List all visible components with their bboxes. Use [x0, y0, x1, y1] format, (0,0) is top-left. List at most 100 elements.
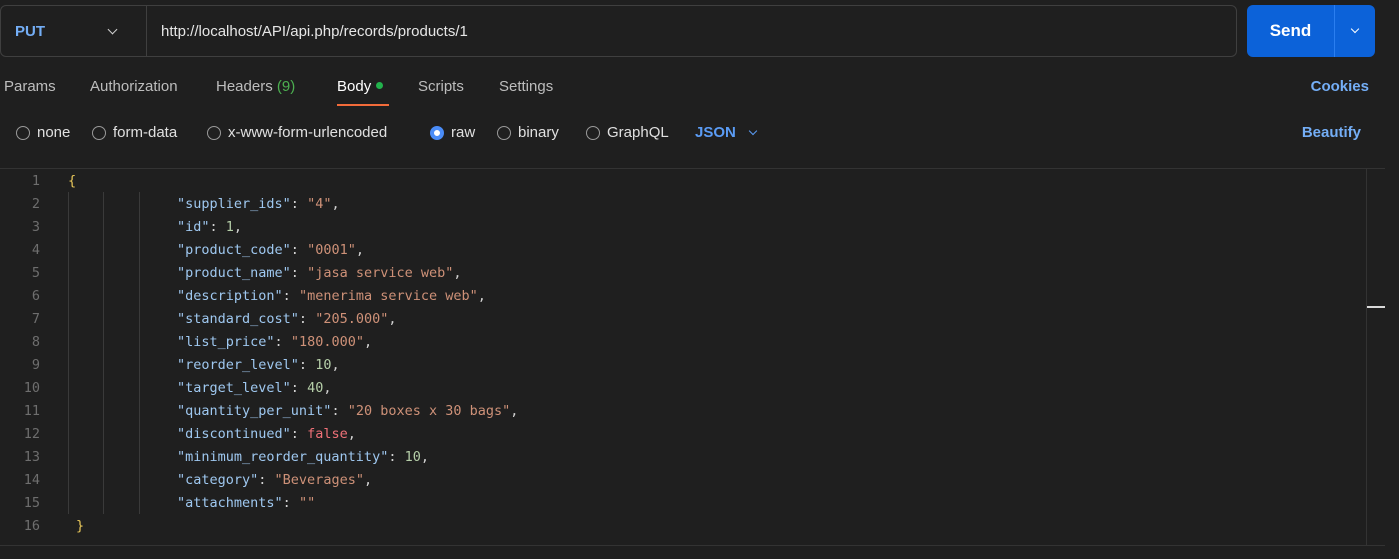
json-comma: , [363, 472, 373, 488]
json-colon: : [282, 288, 299, 304]
radio-none[interactable]: none [16, 124, 70, 141]
json-colon: : [298, 311, 316, 327]
json-colon: : [290, 265, 308, 281]
line-number: 9 [31, 357, 40, 373]
code-text: "target_level": 40, [177, 377, 331, 400]
radio-x-www-form-urlencoded[interactable]: x-www-form-urlencoded [207, 124, 387, 141]
json-value: false [307, 426, 348, 442]
json-comma: , [331, 357, 340, 373]
send-button[interactable]: Send [1247, 21, 1334, 41]
line-number: 10 [23, 380, 40, 396]
code-text: "product_name": "jasa service web", [177, 262, 462, 285]
request-tabs: Params Authorization Headers (9) Body Sc… [0, 78, 1399, 108]
editor-scrollbar[interactable] [1366, 168, 1385, 546]
json-value: "180.000" [290, 334, 364, 350]
line-number: 12 [23, 426, 40, 442]
json-brace: { [68, 173, 77, 189]
code-line: 13 "minimum_reorder_quantity": 10, [0, 446, 1365, 469]
radio-graphql[interactable]: GraphQL [586, 124, 669, 141]
method-label: PUT [15, 22, 45, 40]
tab-authorization[interactable]: Authorization [90, 78, 178, 95]
radio-circle [586, 125, 600, 140]
scrollbar-position-marker [1367, 306, 1385, 308]
chevron-down-icon [1350, 24, 1360, 34]
tab-settings[interactable]: Settings [499, 78, 553, 95]
json-value: "4" [307, 196, 332, 212]
tab-params[interactable]: Params [4, 78, 56, 95]
json-key: "description" [177, 288, 283, 304]
radio-label: GraphQL [607, 124, 669, 141]
radio-binary[interactable]: binary [497, 124, 559, 141]
url-input[interactable]: http://localhost/API/api.php/records/pro… [147, 23, 468, 40]
json-value: "jasa service web" [307, 265, 454, 281]
json-colon: : [290, 426, 308, 442]
line-number: 13 [23, 449, 40, 465]
tab-headers[interactable]: Headers (9) [216, 78, 295, 95]
code-line: 16} [0, 515, 1365, 538]
json-comma: , [363, 334, 373, 350]
code-text: "quantity_per_unit": "20 boxes x 30 bags… [177, 400, 518, 423]
request-url-bar: PUT http://localhost/API/api.php/records… [0, 5, 1237, 57]
line-number: 16 [23, 518, 40, 534]
radio-circle-checked [430, 125, 444, 140]
beautify-button[interactable]: Beautify [1302, 124, 1361, 141]
json-value: 1 [225, 219, 234, 235]
line-number: 2 [31, 196, 40, 212]
json-value: "20 boxes x 30 bags" [347, 403, 511, 419]
chevron-down-icon [748, 126, 758, 135]
line-number: 15 [23, 495, 40, 511]
json-value: 10 [404, 449, 421, 465]
send-options-button[interactable] [1335, 5, 1375, 57]
radio-label: binary [518, 124, 559, 141]
language-label: JSON [695, 124, 736, 141]
json-key: "list_price" [177, 334, 275, 350]
code-line: 15 "attachments": "" [0, 492, 1365, 515]
json-colon: : [290, 196, 308, 212]
radio-form-data[interactable]: form-data [92, 124, 177, 141]
cookies-link[interactable]: Cookies [1311, 78, 1369, 95]
json-brace: } [76, 518, 85, 534]
json-comma: , [323, 380, 332, 396]
code-line: 7 "standard_cost": "205.000", [0, 308, 1365, 331]
chevron-down-icon [107, 24, 118, 34]
json-key: "target_level" [177, 380, 291, 396]
tab-scripts[interactable]: Scripts [418, 78, 464, 95]
json-key: "category" [177, 472, 259, 488]
json-comma: , [331, 196, 340, 212]
code-text: } [76, 515, 84, 538]
tab-body[interactable]: Body [337, 78, 384, 95]
code-line: 12 "discontinued": false, [0, 423, 1365, 446]
json-value: 10 [315, 357, 332, 373]
json-colon: : [209, 219, 226, 235]
json-key: "attachments" [177, 495, 283, 511]
code-line: 4 "product_code": "0001", [0, 239, 1365, 262]
code-text: "list_price": "180.000", [177, 331, 372, 354]
code-line: 11 "quantity_per_unit": "20 boxes x 30 ba… [0, 400, 1365, 423]
code-line: 5 "product_name": "jasa service web", [0, 262, 1365, 285]
json-value: "" [298, 495, 316, 511]
json-value: 40 [307, 380, 324, 396]
json-key: "quantity_per_unit" [177, 403, 332, 419]
method-select[interactable]: PUT [1, 6, 147, 56]
json-comma: , [233, 219, 243, 235]
tab-headers-label: Headers [216, 78, 273, 95]
line-number: 1 [31, 173, 40, 189]
code-line: 6 "description": "menerima service web", [0, 285, 1365, 308]
json-key: "standard_cost" [177, 311, 299, 327]
code-text: "standard_cost": "205.000", [177, 308, 396, 331]
json-comma: , [347, 426, 356, 442]
radio-circle [207, 125, 221, 140]
code-text: "minimum_reorder_quantity": 10, [177, 446, 429, 469]
json-colon: : [290, 242, 308, 258]
language-select[interactable]: JSON [695, 124, 758, 141]
code-text: "category": "Beverages", [177, 469, 372, 492]
line-number: 14 [23, 472, 40, 488]
json-key: "supplier_ids" [177, 196, 291, 212]
radio-circle [92, 125, 106, 140]
code-text: "attachments": "" [177, 492, 315, 515]
json-key: "discontinued" [177, 426, 291, 442]
radio-raw[interactable]: raw [430, 124, 475, 141]
json-colon: : [298, 357, 316, 373]
line-number: 4 [31, 242, 40, 258]
radio-circle [16, 125, 30, 140]
